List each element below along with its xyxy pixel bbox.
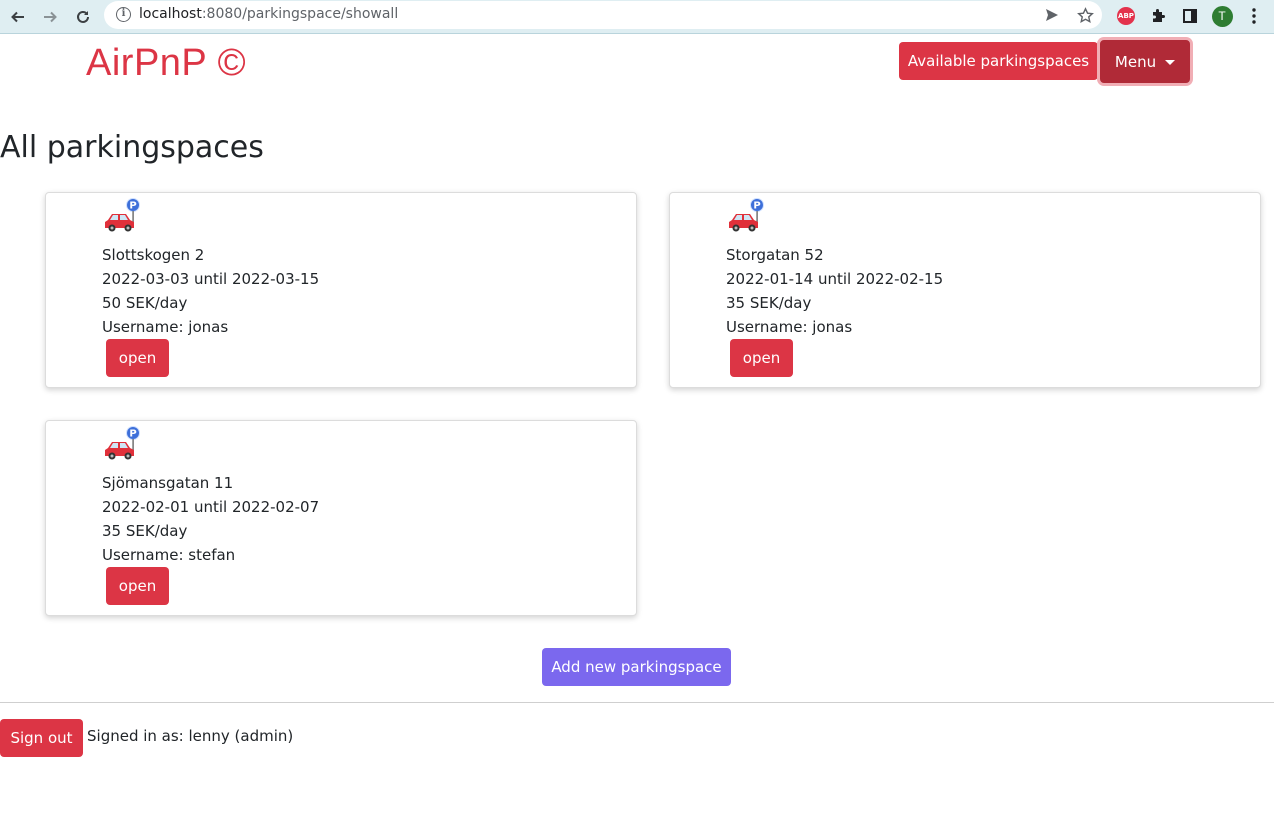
card-username: Username: stefan xyxy=(102,546,236,564)
card-username: Username: jonas xyxy=(102,318,229,336)
signed-in-status: Signed in as: lenny (admin) xyxy=(87,727,294,745)
adblock-icon[interactable]: ABP xyxy=(1115,5,1137,27)
car-parking-icon: P xyxy=(105,198,140,232)
open-button[interactable]: open xyxy=(106,339,169,377)
footer-divider xyxy=(0,702,1274,703)
adblock-label: ABP xyxy=(1117,7,1135,25)
caret-down-icon xyxy=(1165,60,1176,65)
car-parking-icon: P xyxy=(105,426,140,460)
card-dates: 2022-03-03 until 2022-03-15 xyxy=(102,270,320,288)
extensions-puzzle-icon[interactable] xyxy=(1147,5,1169,27)
parkingspace-card: P Sjömansgatan 11 2022-02-01 until 2022-… xyxy=(45,420,637,616)
profile-initial: T xyxy=(1211,5,1233,27)
card-price: 35 SEK/day xyxy=(726,294,812,312)
card-dates: 2022-02-01 until 2022-02-07 xyxy=(102,498,320,516)
brand-logo[interactable]: AirPnP © xyxy=(86,42,246,85)
card-price: 50 SEK/day xyxy=(102,294,188,312)
url-path: :8080/parkingspace/showall xyxy=(201,6,399,22)
card-dates: 2022-01-14 until 2022-02-15 xyxy=(726,270,944,288)
card-address: Slottskogen 2 xyxy=(102,246,205,264)
open-button[interactable]: open xyxy=(106,567,169,605)
page-title: All parkingspaces xyxy=(0,130,264,165)
menu-dropdown-button[interactable]: Menu xyxy=(1100,40,1190,83)
forward-arrow-icon[interactable] xyxy=(37,4,63,30)
card-address: Sjömansgatan 11 xyxy=(102,474,234,492)
more-options-icon[interactable] xyxy=(1243,5,1265,27)
card-address: Storgatan 52 xyxy=(726,246,824,264)
svg-text:P: P xyxy=(753,201,760,212)
profile-avatar[interactable]: T xyxy=(1211,5,1233,27)
card-username: Username: jonas xyxy=(726,318,853,336)
add-parkingspace-button[interactable]: Add new parkingspace xyxy=(542,648,731,686)
browser-toolbar: i localhost:8080/parkingspace/showall AB… xyxy=(0,0,1274,34)
car-parking-icon: P xyxy=(729,198,764,232)
back-arrow-icon[interactable] xyxy=(5,4,31,30)
available-parkingspaces-button[interactable]: Available parkingspaces xyxy=(899,42,1098,80)
bookmark-star-icon[interactable] xyxy=(1075,5,1095,25)
info-icon[interactable]: i xyxy=(116,7,131,22)
svg-text:P: P xyxy=(129,201,136,212)
send-icon[interactable] xyxy=(1042,5,1062,25)
url-host: localhost xyxy=(139,6,202,22)
parkingspace-card: P Storgatan 52 2022-01-14 until 2022-02-… xyxy=(669,192,1261,388)
svg-text:P: P xyxy=(129,429,136,440)
parkingspace-card: P Slottskogen 2 2022-03-03 until 2022-03… xyxy=(45,192,637,388)
reload-icon[interactable] xyxy=(70,4,96,30)
open-button[interactable]: open xyxy=(730,339,793,377)
card-price: 35 SEK/day xyxy=(102,522,188,540)
url-text: localhost:8080/parkingspace/showall xyxy=(139,6,398,22)
side-panel-icon[interactable] xyxy=(1179,5,1201,27)
address-bar[interactable]: i localhost:8080/parkingspace/showall xyxy=(104,1,1102,29)
menu-label: Menu xyxy=(1114,52,1157,71)
sign-out-button[interactable]: Sign out xyxy=(0,719,83,757)
